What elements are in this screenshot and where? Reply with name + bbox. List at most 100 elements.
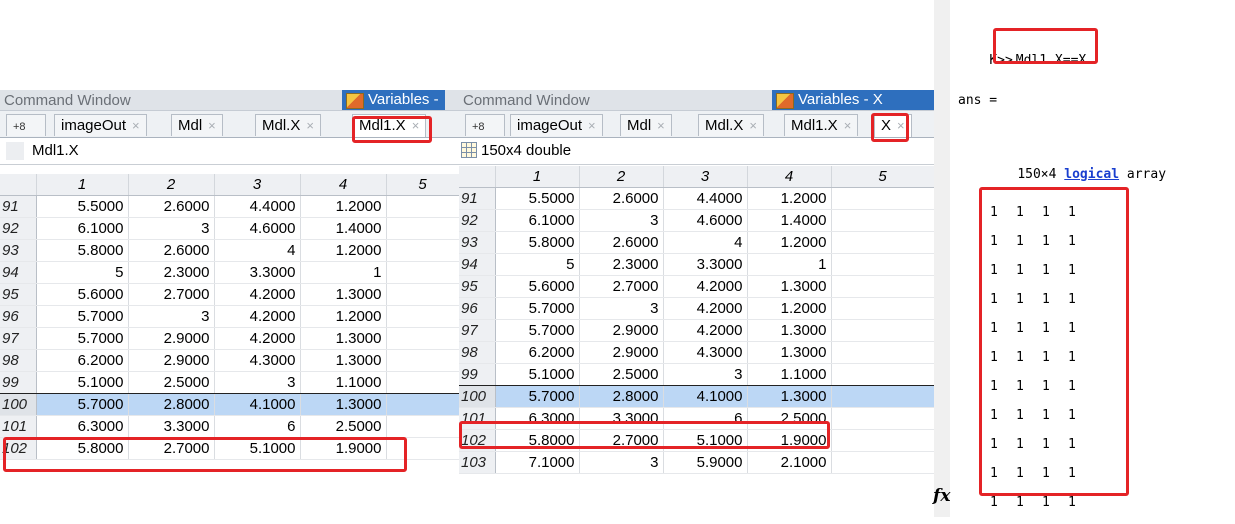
table-cell[interactable]: 2.9000: [579, 341, 664, 364]
table-cell[interactable]: 5.7000: [36, 305, 129, 328]
table-cell[interactable]: [831, 451, 934, 474]
row-header[interactable]: 94: [459, 253, 496, 276]
table-cell[interactable]: 5.7000: [495, 385, 580, 408]
table-cell[interactable]: 5.1000: [495, 363, 580, 386]
close-icon[interactable]: ×: [657, 118, 665, 133]
row-header[interactable]: 98: [0, 349, 37, 372]
table-cell[interactable]: 3: [579, 209, 664, 232]
close-icon[interactable]: ×: [208, 118, 216, 133]
table-cell[interactable]: [831, 429, 934, 452]
table-cell[interactable]: 1.3000: [747, 385, 832, 408]
row-header[interactable]: 93: [459, 231, 496, 254]
table-row[interactable]: 92 6.1000 3 4.6000 1.4000: [459, 209, 934, 232]
table-cell[interactable]: 3: [579, 451, 664, 474]
close-icon[interactable]: ×: [749, 118, 757, 133]
table-cell[interactable]: 2.8000: [579, 385, 664, 408]
tab-imageout[interactable]: imageOut ×: [510, 114, 603, 136]
table-cell[interactable]: 1.2000: [747, 231, 832, 254]
table-cell[interactable]: 1: [300, 261, 387, 284]
table-cell[interactable]: 1.3000: [300, 393, 387, 416]
close-icon[interactable]: ×: [588, 118, 596, 133]
close-icon[interactable]: ×: [132, 118, 140, 133]
table-cell[interactable]: [386, 217, 459, 240]
tab-overflow[interactable]: +8: [465, 114, 505, 136]
table-row[interactable]: 95 5.6000 2.7000 4.2000 1.3000: [0, 283, 459, 306]
table-cell[interactable]: 5: [36, 261, 129, 284]
tab-overflow[interactable]: +8: [6, 114, 46, 136]
table-cell[interactable]: 1.1000: [300, 371, 387, 394]
table-cell[interactable]: 6.2000: [495, 341, 580, 364]
table-cell[interactable]: [386, 239, 459, 262]
table-cell[interactable]: 2.7000: [128, 283, 215, 306]
command-window-title[interactable]: Command Window: [463, 92, 590, 109]
row-header[interactable]: 95: [459, 275, 496, 298]
table-cell[interactable]: 5.6000: [495, 275, 580, 298]
row-header[interactable]: 101: [0, 415, 37, 438]
table-cell[interactable]: 4.6000: [214, 217, 301, 240]
column-header[interactable]: 1: [495, 166, 580, 188]
tab-imageout[interactable]: imageOut ×: [54, 114, 147, 136]
table-cell[interactable]: [831, 275, 934, 298]
table-cell[interactable]: [831, 407, 934, 430]
table-cell[interactable]: 2.6000: [128, 239, 215, 262]
row-header[interactable]: 91: [0, 195, 37, 218]
table-cell[interactable]: 5.7000: [495, 297, 580, 320]
table-row[interactable]: 96 5.7000 3 4.2000 1.2000: [459, 297, 934, 320]
table-cell[interactable]: 1.4000: [300, 217, 387, 240]
table-cell[interactable]: [386, 261, 459, 284]
table-cell[interactable]: 2.1000: [747, 451, 832, 474]
table-cell[interactable]: 6: [214, 415, 301, 438]
table-cell[interactable]: [831, 297, 934, 320]
table-cell[interactable]: [386, 305, 459, 328]
table-cell[interactable]: 3.3000: [128, 415, 215, 438]
row-header[interactable]: 92: [0, 217, 37, 240]
table-cell[interactable]: [386, 195, 459, 218]
tab-mdl[interactable]: Mdl ×: [620, 114, 672, 136]
table-row[interactable]: 95 5.6000 2.7000 4.2000 1.3000: [459, 275, 934, 298]
table-cell[interactable]: 1.3000: [300, 283, 387, 306]
table-cell[interactable]: 5.8000: [36, 239, 129, 262]
table-row[interactable]: 98 6.2000 2.9000 4.3000 1.3000: [459, 341, 934, 364]
row-header[interactable]: 97: [459, 319, 496, 342]
table-cell[interactable]: 2.5000: [579, 363, 664, 386]
variables-title[interactable]: Variables -: [342, 90, 445, 110]
table-cell[interactable]: 3: [128, 217, 215, 240]
corner-cell[interactable]: [0, 174, 37, 196]
table-cell[interactable]: 2.7000: [579, 275, 664, 298]
row-header[interactable]: 97: [0, 327, 37, 350]
table-cell[interactable]: 3.3000: [663, 253, 748, 276]
table-cell[interactable]: 1.2000: [300, 195, 387, 218]
row-header[interactable]: 100: [459, 385, 496, 408]
table-row[interactable]: 99 5.1000 2.5000 3 1.1000: [0, 371, 459, 394]
scrollbar[interactable]: [934, 0, 950, 517]
column-header[interactable]: 5: [386, 174, 459, 196]
table-cell[interactable]: [386, 415, 459, 438]
table-cell[interactable]: 4: [214, 239, 301, 262]
table-cell[interactable]: 1.3000: [747, 275, 832, 298]
table-row[interactable]: 94 5 2.3000 3.3000 1: [459, 253, 934, 276]
table-cell[interactable]: 4.6000: [663, 209, 748, 232]
table-cell[interactable]: [386, 283, 459, 306]
table-cell[interactable]: 2.9000: [128, 349, 215, 372]
table-cell[interactable]: 2.9000: [579, 319, 664, 342]
column-header[interactable]: 3: [663, 166, 748, 188]
table-row[interactable]: 92 6.1000 3 4.6000 1.4000: [0, 217, 459, 240]
table-cell[interactable]: 5.8000: [495, 231, 580, 254]
row-header[interactable]: 96: [0, 305, 37, 328]
table-cell[interactable]: 4.2000: [663, 297, 748, 320]
table-cell[interactable]: 1.3000: [747, 319, 832, 342]
table-cell[interactable]: 7.1000: [495, 451, 580, 474]
column-header[interactable]: 4: [747, 166, 832, 188]
table-cell[interactable]: [831, 385, 934, 408]
table-row[interactable]: 101 6.3000 3.3000 6 2.5000: [0, 415, 459, 438]
row-header[interactable]: 100: [0, 393, 37, 416]
column-header[interactable]: 2: [579, 166, 664, 188]
table-row[interactable]: 103 7.1000 3 5.9000 2.1000: [459, 451, 934, 474]
table-cell[interactable]: 5.7000: [495, 319, 580, 342]
column-header[interactable]: 1: [36, 174, 129, 196]
table-cell[interactable]: 2.3000: [579, 253, 664, 276]
table-cell[interactable]: 3: [663, 363, 748, 386]
table-cell[interactable]: 1.3000: [747, 341, 832, 364]
row-header[interactable]: 98: [459, 341, 496, 364]
table-cell[interactable]: 5.1000: [36, 371, 129, 394]
